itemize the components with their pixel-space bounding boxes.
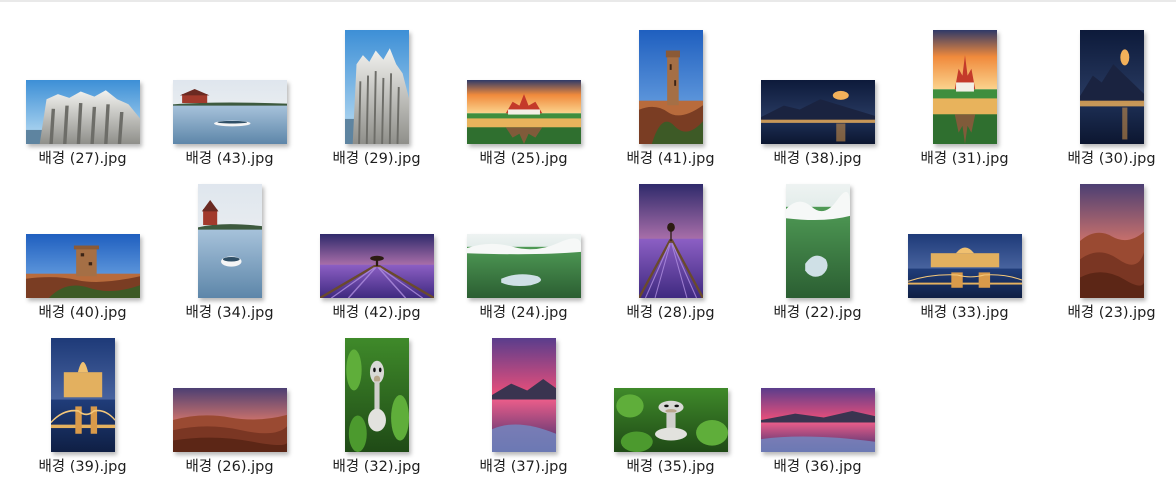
file-item[interactable]: 배경 (22).jpg bbox=[744, 166, 891, 321]
thumbnail-image bbox=[344, 30, 409, 144]
thumbnail-frame bbox=[9, 24, 156, 144]
thumbnail-image bbox=[932, 30, 997, 144]
file-item[interactable]: 배경 (41).jpg bbox=[597, 12, 744, 167]
image-thumbnail[interactable] bbox=[172, 80, 287, 144]
thumbnail-frame bbox=[156, 178, 303, 298]
file-item[interactable]: 배경 (25).jpg bbox=[450, 12, 597, 167]
file-name-label[interactable]: 배경 (32).jpg bbox=[303, 458, 450, 476]
image-thumbnail[interactable] bbox=[344, 30, 409, 144]
thumbnail-frame bbox=[1038, 178, 1176, 298]
image-thumbnail[interactable] bbox=[197, 184, 262, 298]
file-item[interactable]: 배경 (29).jpg bbox=[303, 12, 450, 167]
file-item[interactable]: 배경 (40).jpg bbox=[9, 166, 156, 321]
file-name-label[interactable]: 배경 (37).jpg bbox=[450, 458, 597, 476]
thumbnail-image bbox=[50, 338, 115, 452]
file-name-label[interactable]: 배경 (39).jpg bbox=[9, 458, 156, 476]
thumbnail-frame bbox=[744, 332, 891, 452]
image-thumbnail[interactable] bbox=[613, 388, 728, 452]
thumbnail-image bbox=[25, 234, 140, 298]
thumbnail-frame bbox=[9, 332, 156, 452]
file-item[interactable]: 배경 (26).jpg bbox=[156, 320, 303, 476]
top-divider bbox=[0, 0, 1176, 2]
thumbnail-image bbox=[466, 80, 581, 144]
image-thumbnail[interactable] bbox=[466, 234, 581, 298]
image-thumbnail[interactable] bbox=[25, 80, 140, 144]
thumbnail-frame bbox=[891, 178, 1038, 298]
file-item[interactable]: 배경 (24).jpg bbox=[450, 166, 597, 321]
thumbnail-image bbox=[638, 184, 703, 298]
thumbnail-frame bbox=[1038, 24, 1176, 144]
file-item[interactable]: 배경 (37).jpg bbox=[450, 320, 597, 476]
image-thumbnail[interactable] bbox=[491, 338, 556, 452]
thumbnail-frame bbox=[450, 332, 597, 452]
file-item[interactable]: 배경 (43).jpg bbox=[156, 12, 303, 167]
thumbnail-frame bbox=[156, 332, 303, 452]
thumbnail-image bbox=[172, 388, 287, 452]
file-item[interactable]: 배경 (31).jpg bbox=[891, 12, 1038, 167]
thumbnail-frame bbox=[891, 24, 1038, 144]
thumbnail-image bbox=[1079, 30, 1144, 144]
thumbnail-frame bbox=[597, 332, 744, 452]
thumbnail-image bbox=[907, 234, 1022, 298]
file-item[interactable]: 배경 (35).jpg bbox=[597, 320, 744, 476]
file-name-label[interactable]: 배경 (35).jpg bbox=[597, 458, 744, 476]
thumbnail-image bbox=[613, 388, 728, 452]
image-thumbnail[interactable] bbox=[638, 30, 703, 144]
thumbnail-image bbox=[172, 80, 287, 144]
image-thumbnail[interactable] bbox=[344, 338, 409, 452]
thumbnail-image bbox=[25, 80, 140, 144]
file-item[interactable]: 배경 (39).jpg bbox=[9, 320, 156, 476]
thumbnail-frame bbox=[597, 178, 744, 298]
file-item[interactable]: 배경 (34).jpg bbox=[156, 166, 303, 321]
thumbnail-image bbox=[785, 184, 850, 298]
thumbnail-frame bbox=[450, 24, 597, 144]
image-thumbnail[interactable] bbox=[1079, 184, 1144, 298]
image-thumbnail[interactable] bbox=[932, 30, 997, 144]
image-thumbnail[interactable] bbox=[785, 184, 850, 298]
thumbnail-image bbox=[466, 234, 581, 298]
thumbnail-image bbox=[319, 234, 434, 298]
thumbnail-frame bbox=[744, 24, 891, 144]
file-name-label[interactable]: 배경 (26).jpg bbox=[156, 458, 303, 476]
file-item[interactable]: 배경 (42).jpg bbox=[303, 166, 450, 321]
file-name-label[interactable]: 배경 (33).jpg bbox=[891, 304, 1038, 322]
file-name-label[interactable]: 배경 (23).jpg bbox=[1038, 304, 1176, 322]
file-item[interactable]: 배경 (38).jpg bbox=[744, 12, 891, 167]
thumbnail-image bbox=[1079, 184, 1144, 298]
thumbnail-frame bbox=[744, 178, 891, 298]
file-name-label[interactable]: 배경 (36).jpg bbox=[744, 458, 891, 476]
image-thumbnail[interactable] bbox=[172, 388, 287, 452]
file-item[interactable]: 배경 (23).jpg bbox=[1038, 166, 1176, 322]
image-thumbnail[interactable] bbox=[50, 338, 115, 452]
thumbnail-image bbox=[638, 30, 703, 144]
thumbnail-frame bbox=[303, 178, 450, 298]
thumbnail-frame bbox=[156, 24, 303, 144]
file-item[interactable]: 배경 (30).jpg bbox=[1038, 12, 1176, 167]
thumbnail-image bbox=[491, 338, 556, 452]
thumbnail-image bbox=[344, 338, 409, 452]
image-thumbnail[interactable] bbox=[1079, 30, 1144, 144]
thumbnail-frame bbox=[303, 24, 450, 144]
image-thumbnail[interactable] bbox=[760, 80, 875, 144]
file-item[interactable]: 배경 (36).jpg bbox=[744, 320, 891, 476]
file-thumbnail-grid: 배경 (27).jpg 배경 (43).jpg 배경 (29).jpg 배경 (… bbox=[9, 12, 1176, 476]
thumbnail-frame bbox=[450, 178, 597, 298]
file-item[interactable]: 배경 (27).jpg bbox=[9, 12, 156, 167]
image-thumbnail[interactable] bbox=[25, 234, 140, 298]
thumbnail-image bbox=[197, 184, 262, 298]
file-item[interactable]: 배경 (33).jpg bbox=[891, 166, 1038, 322]
image-thumbnail[interactable] bbox=[638, 184, 703, 298]
file-item[interactable]: 배경 (32).jpg bbox=[303, 320, 450, 476]
thumbnail-frame bbox=[303, 332, 450, 452]
image-thumbnail[interactable] bbox=[907, 234, 1022, 298]
thumbnail-frame bbox=[9, 178, 156, 298]
thumbnail-image bbox=[760, 388, 875, 452]
image-thumbnail[interactable] bbox=[466, 80, 581, 144]
thumbnail-frame bbox=[597, 24, 744, 144]
image-thumbnail[interactable] bbox=[760, 388, 875, 452]
thumbnail-image bbox=[760, 80, 875, 144]
image-thumbnail[interactable] bbox=[319, 234, 434, 298]
file-item[interactable]: 배경 (28).jpg bbox=[597, 166, 744, 321]
